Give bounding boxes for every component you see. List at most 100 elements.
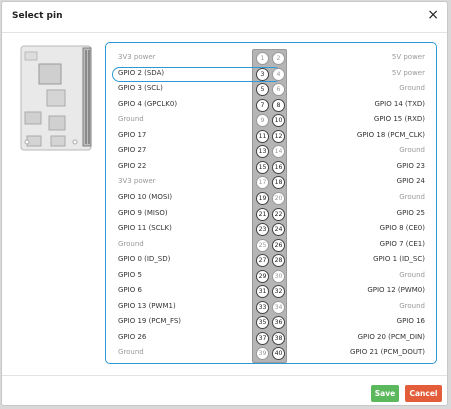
pin-number-even[interactable]: 34: [272, 300, 285, 314]
pin-number-even[interactable]: 28: [272, 254, 285, 268]
pin-label-right[interactable]: GPIO 23: [397, 162, 425, 170]
cancel-button[interactable]: Cancel: [405, 385, 442, 402]
pin-number-even[interactable]: 38: [272, 331, 285, 345]
pin-number-odd[interactable]: 9: [256, 114, 269, 128]
pin-label-right[interactable]: GPIO 20 (PCM_DIN): [358, 333, 425, 341]
pin-number-even[interactable]: 40: [272, 347, 285, 361]
pin-label-left[interactable]: GPIO 6: [118, 286, 142, 294]
pin-number-odd[interactable]: 13: [256, 145, 269, 159]
pin-label-right[interactable]: Ground: [399, 146, 425, 154]
pin-number-even[interactable]: 22: [272, 207, 285, 221]
pin-number-even[interactable]: 18: [272, 176, 285, 190]
pin-row: 3V3 power 17 18 GPIO 24: [106, 175, 438, 191]
pin-row: Ground 25 26 GPIO 7 (CE1): [106, 238, 438, 254]
pin-label-left[interactable]: GPIO 22: [118, 162, 146, 170]
close-icon[interactable]: ×: [427, 7, 439, 23]
pin-label-left[interactable]: Ground: [118, 240, 144, 248]
pin-label-right[interactable]: GPIO 7 (CE1): [380, 240, 425, 248]
pin-number-even[interactable]: 36: [272, 316, 285, 330]
pin-number-odd[interactable]: 5: [256, 83, 269, 97]
pin-number-odd[interactable]: 17: [256, 176, 269, 190]
pin-label-right[interactable]: 5V power: [392, 53, 425, 61]
pin-number-odd[interactable]: 31: [256, 285, 269, 299]
pin-row: GPIO 9 (MISO) 21 22 GPIO 25: [106, 207, 438, 223]
pin-number-odd[interactable]: 33: [256, 300, 269, 314]
save-button[interactable]: Save: [371, 385, 399, 402]
pin-row: GPIO 27 13 14 Ground: [106, 144, 438, 160]
pin-label-left[interactable]: GPIO 26: [118, 333, 146, 341]
pin-row: Ground 9 10 GPIO 15 (RXD): [106, 113, 438, 129]
pin-row: GPIO 26 37 38 GPIO 20 (PCM_DIN): [106, 331, 438, 347]
pin-label-left[interactable]: GPIO 3 (SCL): [118, 84, 163, 92]
pin-row: GPIO 6 31 32 GPIO 12 (PWM0): [106, 284, 438, 300]
pin-label-right[interactable]: GPIO 16: [397, 317, 425, 325]
pin-number-odd[interactable]: 23: [256, 223, 269, 237]
pin-number-even[interactable]: 24: [272, 223, 285, 237]
pin-number-odd[interactable]: 29: [256, 269, 269, 283]
pin-label-right[interactable]: GPIO 15 (RXD): [374, 115, 425, 123]
pin-number-even[interactable]: 4: [272, 67, 285, 81]
pin-label-left[interactable]: GPIO 0 (ID_SD): [118, 255, 170, 263]
select-pin-dialog: Select pin × 3V3 power 1 2 5V power GPIO 2 (…: [1, 1, 448, 406]
pin-row: 3V3 power 1 2 5V power: [106, 51, 438, 67]
pin-number-odd[interactable]: 7: [256, 98, 269, 112]
pin-label-left[interactable]: GPIO 17: [118, 131, 146, 139]
pin-label-left[interactable]: GPIO 11 (SCLK): [118, 224, 172, 232]
pin-number-odd[interactable]: 1: [256, 52, 269, 65]
pin-number-even[interactable]: 8: [272, 98, 285, 112]
pin-row: GPIO 2 (SDA) 3 4 5V power: [106, 66, 438, 83]
pin-label-left[interactable]: GPIO 10 (MOSI): [118, 193, 172, 201]
pin-number-even[interactable]: 32: [272, 285, 285, 299]
pin-number-odd[interactable]: 25: [256, 238, 269, 252]
pin-number-odd[interactable]: 27: [256, 254, 269, 268]
pin-label-right[interactable]: GPIO 12 (PWM0): [367, 286, 425, 294]
pin-label-right[interactable]: GPIO 14 (TXD): [374, 100, 425, 108]
gpio-pin-panel: 3V3 power 1 2 5V power GPIO 2 (SDA) 3 4 5V powe…: [105, 42, 437, 364]
pin-label-right[interactable]: 5V power: [392, 69, 425, 77]
pin-row: Ground 39 40 GPIO 21 (PCM_DOUT): [106, 346, 438, 362]
pin-label-left[interactable]: 3V3 power: [118, 53, 156, 61]
pin-label-right[interactable]: GPIO 1 (ID_SC): [373, 255, 425, 263]
pin-label-left[interactable]: Ground: [118, 348, 144, 356]
pin-number-odd[interactable]: 11: [256, 129, 269, 143]
pin-label-right[interactable]: Ground: [399, 302, 425, 310]
pin-number-odd[interactable]: 21: [256, 207, 269, 221]
pin-label-left[interactable]: 3V3 power: [118, 177, 156, 185]
pin-number-even[interactable]: 6: [272, 83, 285, 97]
pin-row: GPIO 22 15 16 GPIO 23: [106, 160, 438, 176]
pin-label-left[interactable]: GPIO 2 (SDA): [118, 69, 164, 77]
pin-number-even[interactable]: 26: [272, 238, 285, 252]
pin-row: GPIO 11 (SCLK) 23 24 GPIO 8 (CE0): [106, 222, 438, 238]
pin-label-left[interactable]: GPIO 19 (PCM_FS): [118, 317, 181, 325]
pin-number-odd[interactable]: 37: [256, 331, 269, 345]
pin-number-even[interactable]: 14: [272, 145, 285, 159]
dialog-footer-divider: [2, 375, 447, 376]
pin-label-right[interactable]: GPIO 18 (PCM_CLK): [357, 131, 425, 139]
pin-number-even[interactable]: 12: [272, 129, 285, 143]
pin-number-odd[interactable]: 3: [256, 67, 269, 81]
pin-number-even[interactable]: 30: [272, 269, 285, 283]
pin-label-left[interactable]: Ground: [118, 115, 144, 123]
pin-row: GPIO 5 29 30 Ground: [106, 269, 438, 285]
pin-label-right[interactable]: GPIO 21 (PCM_DOUT): [350, 348, 425, 356]
pin-number-odd[interactable]: 35: [256, 316, 269, 330]
pin-label-right[interactable]: GPIO 24: [397, 177, 425, 185]
pin-number-even[interactable]: 10: [272, 114, 285, 128]
pin-row: GPIO 0 (ID_SD) 27 28 GPIO 1 (ID_SC): [106, 253, 438, 269]
pin-number-even[interactable]: 16: [272, 160, 285, 174]
pin-label-right[interactable]: Ground: [399, 84, 425, 92]
pin-label-left[interactable]: GPIO 27: [118, 146, 146, 154]
pin-number-even[interactable]: 2: [272, 52, 285, 65]
pin-number-odd[interactable]: 19: [256, 191, 269, 205]
pin-label-left[interactable]: GPIO 9 (MISO): [118, 209, 168, 217]
pin-number-even[interactable]: 20: [272, 191, 285, 205]
pin-number-odd[interactable]: 39: [256, 347, 269, 361]
pin-label-right[interactable]: Ground: [399, 271, 425, 279]
pin-label-right[interactable]: GPIO 25: [397, 209, 425, 217]
pin-label-right[interactable]: Ground: [399, 193, 425, 201]
pin-label-left[interactable]: GPIO 4 (GPCLK0): [118, 100, 177, 108]
pin-label-right[interactable]: GPIO 8 (CE0): [380, 224, 425, 232]
pin-label-left[interactable]: GPIO 5: [118, 271, 142, 279]
pin-label-left[interactable]: GPIO 13 (PWM1): [118, 302, 176, 310]
pin-number-odd[interactable]: 15: [256, 160, 269, 174]
